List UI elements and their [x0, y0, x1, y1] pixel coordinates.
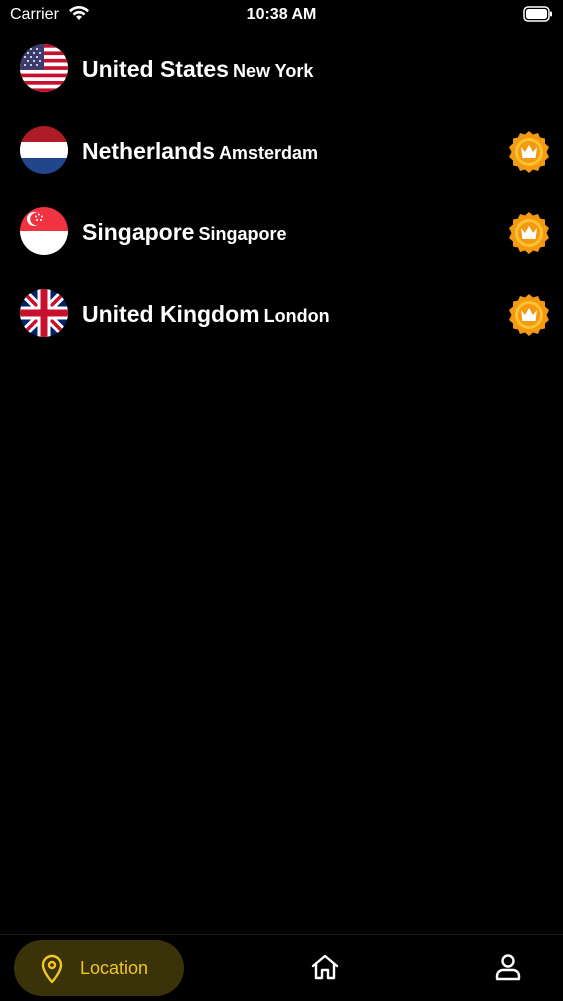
premium-crown-icon — [507, 130, 551, 174]
server-name: United States New York — [82, 56, 313, 83]
clock: 10:38 AM — [246, 6, 317, 23]
sg-flag-icon — [20, 207, 68, 255]
city-label: Singapore — [198, 224, 287, 244]
home-icon — [310, 954, 340, 985]
city-label: Amsterdam — [218, 142, 318, 163]
battery-icon — [523, 6, 553, 27]
nl-flag-icon — [20, 125, 68, 174]
server-name: Netherlands Amsterdam — [82, 138, 318, 165]
server-row-netherlands[interactable]: Netherlands Amsterdam — [0, 110, 563, 192]
server-list: United States New York Netherlands Amsterd… — [0, 28, 563, 354]
country-label: United Kingdom — [82, 300, 260, 327]
city-label: London — [263, 305, 330, 326]
tab-location[interactable]: Location — [14, 940, 184, 996]
us-flag-icon — [20, 44, 68, 92]
location-pin-icon — [40, 954, 64, 989]
server-row-united-kingdom[interactable]: United Kingdom London — [0, 273, 563, 355]
server-name: Singapore Singapore — [82, 219, 286, 246]
tab-profile[interactable] — [494, 953, 522, 986]
uk-flag-icon — [20, 288, 68, 337]
premium-crown-icon — [507, 211, 551, 255]
tab-bar: Location — [0, 934, 563, 1001]
server-row-united-states[interactable]: United States New York — [0, 28, 563, 110]
status-bar: Carrier 10:38 AM — [0, 0, 563, 30]
country-label: United States — [82, 56, 229, 82]
server-name: United Kingdom London — [82, 301, 330, 328]
profile-icon — [494, 954, 522, 985]
server-row-singapore[interactable]: Singapore Singapore — [0, 191, 563, 273]
country-label: Singapore — [82, 219, 195, 245]
tab-home[interactable] — [310, 953, 340, 986]
city-label: New York — [232, 61, 314, 81]
tab-location-label: Location — [80, 958, 149, 978]
country-label: Netherlands — [82, 137, 215, 164]
premium-crown-icon — [507, 293, 551, 337]
